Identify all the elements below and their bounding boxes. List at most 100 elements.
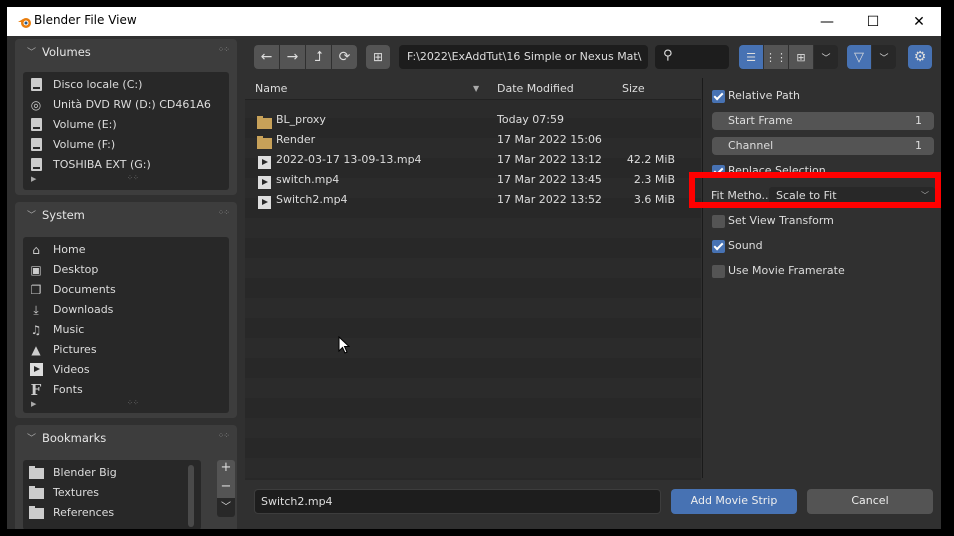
add-bookmark-button[interactable]: + — [217, 460, 235, 479]
drag-handle-icon[interactable]: ⁘⁘ — [218, 431, 230, 440]
drive-icon — [29, 158, 43, 172]
expand-arrow-icon[interactable]: ▶ — [31, 175, 36, 183]
resize-grip-icon[interactable]: ⁘⁘ — [127, 174, 139, 182]
relative-path-label: Relative Path — [728, 89, 801, 102]
folder-icon — [29, 486, 44, 500]
documents-icon: ❐ — [30, 283, 42, 297]
file-browser-window: Blender File View — ☐ ✕ ﹀ Volumes ⁘⁘ Disco… — [7, 7, 941, 529]
dvd-icon: ◎ — [30, 98, 42, 112]
videos-icon — [29, 363, 43, 377]
start-frame-field[interactable]: Start Frame 1 — [712, 112, 934, 130]
bookmarks-panel: ﹀ Bookmarks ⁘⁘ Blender Big Textures Refere… — [15, 425, 237, 529]
fonts-icon: F — [30, 381, 42, 399]
volume-item[interactable]: TOSHIBA EXT (G:) — [23, 155, 229, 175]
sound-checkbox[interactable] — [712, 240, 725, 253]
bookmark-item[interactable]: Blender Big — [23, 463, 201, 483]
maximize-button[interactable]: ☐ — [850, 7, 896, 36]
cancel-button[interactable]: Cancel — [807, 489, 933, 514]
system-header[interactable]: ﹀ System ⁘⁘ — [15, 202, 237, 228]
mouse-cursor-icon — [338, 336, 350, 354]
volume-item[interactable]: Volume (E:) — [23, 115, 229, 135]
set-view-transform-label: Set View Transform — [728, 214, 834, 227]
refresh-button[interactable]: ⟳ — [332, 45, 357, 69]
search-icon: ⚲ — [663, 48, 673, 63]
close-button[interactable]: ✕ — [896, 7, 941, 36]
sidebar: ﹀ Volumes ⁘⁘ Disco locale (C:) ◎ Unità DVD … — [7, 36, 245, 529]
chevron-down-icon: ﹀ — [27, 434, 37, 444]
download-icon: ⤓ — [33, 303, 39, 317]
file-row[interactable]: switch.mp4 17 Mar 2022 13:45 2.3 MiB — [245, 170, 701, 190]
column-date-modified[interactable]: Date Modified — [497, 82, 574, 95]
chevron-down-icon: ﹀ — [27, 48, 37, 58]
volume-item[interactable]: Volume (F:) — [23, 135, 229, 155]
file-list-header: Name ▼ Date Modified Size — [245, 78, 701, 100]
column-size[interactable]: Size — [622, 82, 645, 95]
system-item-fonts[interactable]: F Fonts — [23, 380, 229, 400]
relative-path-checkbox[interactable] — [712, 90, 725, 103]
filter-dropdown[interactable]: ﹀ — [872, 45, 896, 69]
bookmarks-list: Blender Big Textures References — [23, 460, 201, 529]
forward-button[interactable]: → — [280, 45, 305, 69]
channel-field[interactable]: Channel 1 — [712, 137, 934, 155]
desktop-icon: ▣ — [30, 263, 42, 277]
file-row[interactable]: Render 17 Mar 2022 15:06 — [245, 130, 701, 150]
search-input[interactable]: ⚲ — [655, 45, 729, 69]
title-bar: Blender File View — ☐ ✕ — [7, 7, 941, 36]
settings-gear-button[interactable]: ⚙ — [908, 45, 932, 69]
drag-handle-icon[interactable]: ⁘⁘ — [218, 45, 230, 54]
panel-title: Volumes — [42, 45, 91, 59]
panel-title: System — [42, 208, 85, 222]
filter-toggle-button[interactable]: ▽ — [847, 45, 871, 69]
bookmark-item[interactable]: References — [23, 503, 201, 523]
back-button[interactable]: ← — [254, 45, 279, 69]
volumes-header[interactable]: ﹀ Volumes ⁘⁘ — [15, 39, 237, 65]
drive-icon — [29, 138, 43, 152]
minimize-button[interactable]: — — [804, 7, 850, 36]
system-item-videos[interactable]: Videos — [23, 360, 229, 380]
vertical-list-view-button[interactable]: ☰ — [739, 45, 763, 69]
drag-handle-icon[interactable]: ⁘⁘ — [218, 208, 230, 217]
parent-directory-button[interactable]: ⮥ — [306, 45, 331, 69]
file-row[interactable]: BL_proxy Today 07:59 — [245, 110, 701, 130]
annotation-highlight-box — [689, 172, 941, 208]
pictures-icon: ▲ — [31, 343, 41, 357]
expand-arrow-icon[interactable]: ▶ — [31, 400, 36, 408]
volumes-panel: ﹀ Volumes ⁘⁘ Disco locale (C:) ◎ Unità DVD … — [15, 39, 237, 195]
filename-input[interactable]: Switch2.mp4 — [254, 489, 661, 514]
bookmark-menu-button[interactable]: ﹀ — [217, 498, 235, 517]
bookmarks-header[interactable]: ﹀ Bookmarks ⁘⁘ — [15, 425, 237, 451]
volume-item[interactable]: ◎ Unità DVD RW (D:) CD461A6 — [23, 95, 229, 115]
file-row[interactable]: Switch2.mp4 17 Mar 2022 13:52 3.6 MiB — [245, 190, 701, 210]
new-folder-button[interactable]: ⊞ — [366, 45, 390, 69]
system-item-downloads[interactable]: ⤓ Downloads — [23, 300, 229, 320]
bookmark-item[interactable]: Textures — [23, 483, 201, 503]
system-item-music[interactable]: ♫ Music — [23, 320, 229, 340]
set-view-transform-checkbox[interactable] — [712, 215, 725, 228]
drive-icon — [29, 118, 43, 132]
volumes-list: Disco locale (C:) ◎ Unità DVD RW (D:) CD4… — [23, 72, 229, 190]
operator-properties-panel: Relative Path Start Frame 1 Channel 1 Repl… — [702, 78, 941, 478]
path-input[interactable]: F:\2022\ExAddTut\16 Simple or Nexus Mat\ — [399, 45, 648, 69]
system-item-home[interactable]: ⌂ Home — [23, 240, 229, 260]
horizontal-list-view-button[interactable]: ⋮⋮ — [764, 45, 788, 69]
sort-arrow-icon[interactable]: ▼ — [473, 84, 479, 93]
add-movie-strip-button[interactable]: Add Movie Strip — [671, 489, 797, 514]
system-item-documents[interactable]: ❐ Documents — [23, 280, 229, 300]
column-name[interactable]: Name — [255, 82, 287, 95]
file-row[interactable]: 2022-03-17 13-09-13.mp4 17 Mar 2022 13:12… — [245, 150, 701, 170]
chevron-down-icon: ﹀ — [27, 211, 37, 221]
bookmarks-scrollbar[interactable] — [188, 465, 194, 527]
system-list: ⌂ Home ▣ Desktop ❐ Documents ⤓ Downloads ♫ Mu… — [23, 237, 229, 413]
volume-item[interactable]: Disco locale (C:) — [23, 75, 229, 95]
system-item-desktop[interactable]: ▣ Desktop — [23, 260, 229, 280]
use-movie-framerate-checkbox[interactable] — [712, 265, 725, 278]
use-movie-framerate-label: Use Movie Framerate — [728, 264, 845, 277]
remove-bookmark-button[interactable]: − — [217, 479, 235, 498]
folder-icon — [29, 466, 44, 480]
thumbnail-view-button[interactable]: ⊞ — [789, 45, 813, 69]
display-settings-dropdown[interactable]: ﹀ — [814, 45, 838, 69]
system-item-pictures[interactable]: ▲ Pictures — [23, 340, 229, 360]
resize-grip-icon[interactable]: ⁘⁘ — [127, 399, 139, 407]
system-panel: ﹀ System ⁘⁘ ⌂ Home ▣ Desktop ❐ Documents ⤓ Dow… — [15, 202, 237, 418]
window-title: Blender File View — [34, 13, 137, 27]
